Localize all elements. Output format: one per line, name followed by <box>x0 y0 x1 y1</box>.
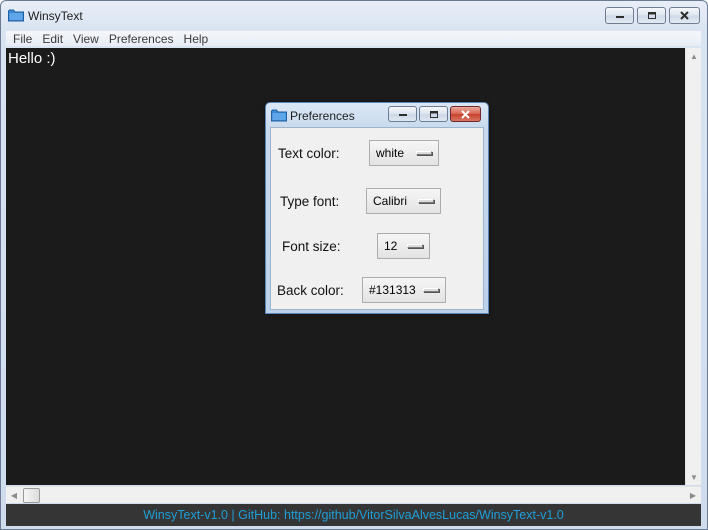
title-bar[interactable]: WinsyText <box>1 1 707 30</box>
dialog-maximize-button[interactable] <box>419 106 448 122</box>
window-title: WinsyText <box>28 9 83 23</box>
maximize-button[interactable] <box>637 7 666 24</box>
scroll-down-icon[interactable]: ▼ <box>686 469 702 485</box>
window-controls <box>605 7 700 24</box>
menu-file[interactable]: File <box>8 32 37 46</box>
menu-preferences[interactable]: Preferences <box>104 32 179 46</box>
editor-content[interactable]: Hello :) <box>8 50 56 67</box>
close-icon <box>461 109 470 119</box>
folder-icon <box>271 109 287 125</box>
scroll-up-icon[interactable]: ▲ <box>686 48 702 64</box>
status-bar: WinsyText-v1.0 | GitHub: https://github/… <box>6 504 701 526</box>
menu-view[interactable]: View <box>68 32 104 46</box>
dialog-title: Preferences <box>290 109 355 123</box>
type-font-value: Calibri <box>373 194 408 208</box>
back-color-label: Back color: <box>277 283 344 298</box>
folder-icon <box>8 9 24 25</box>
close-button[interactable] <box>669 7 700 24</box>
status-text: WinsyText-v1.0 | GitHub: https://github/… <box>143 508 564 522</box>
text-color-label: Text color: <box>278 146 340 161</box>
horizontal-scrollbar[interactable]: ◀ ▶ <box>6 486 701 503</box>
dialog-controls <box>388 106 481 122</box>
horizontal-scroll-thumb[interactable] <box>23 488 40 503</box>
dialog-close-button[interactable] <box>450 106 481 122</box>
menu-bar: File Edit View Preferences Help <box>6 30 701 46</box>
text-color-select[interactable]: white <box>369 140 439 166</box>
preferences-dialog: Preferences Text color: white Type font:… <box>265 102 489 314</box>
option-menu-indicator-icon <box>418 199 434 203</box>
font-size-select[interactable]: 12 <box>377 233 430 259</box>
menu-help[interactable]: Help <box>179 32 214 46</box>
minimize-icon <box>615 15 624 18</box>
font-size-value: 12 <box>384 239 398 253</box>
back-color-value: #131313 <box>369 283 416 297</box>
scroll-left-icon[interactable]: ◀ <box>6 487 22 503</box>
text-color-value: white <box>376 146 405 160</box>
option-menu-indicator-icon <box>416 151 432 155</box>
menu-edit[interactable]: Edit <box>37 32 68 46</box>
close-icon <box>680 11 689 20</box>
font-size-label: Font size: <box>282 239 341 254</box>
dialog-minimize-button[interactable] <box>388 106 417 122</box>
dialog-body: Text color: white Type font: Calibri Fon… <box>270 127 484 310</box>
minimize-icon <box>398 114 407 116</box>
option-menu-indicator-icon <box>423 288 439 292</box>
type-font-label: Type font: <box>280 194 340 209</box>
maximize-icon <box>429 110 438 118</box>
back-color-select[interactable]: #131313 <box>362 277 446 303</box>
maximize-icon <box>647 12 656 19</box>
scroll-right-icon[interactable]: ▶ <box>685 487 701 503</box>
option-menu-indicator-icon <box>407 244 423 248</box>
minimize-button[interactable] <box>605 7 634 24</box>
vertical-scrollbar[interactable]: ▲ ▼ <box>685 48 701 485</box>
type-font-select[interactable]: Calibri <box>366 188 441 214</box>
